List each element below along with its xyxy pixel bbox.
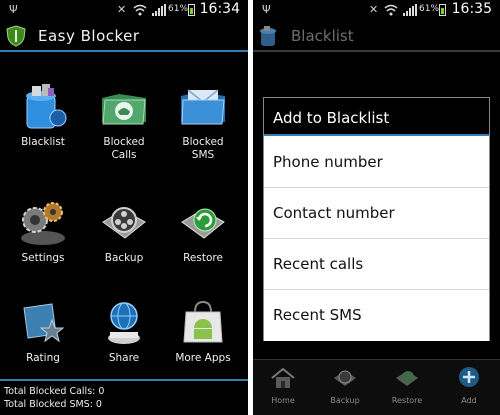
grid-item-blocked-calls[interactable]: Blocked Calls (86, 82, 162, 168)
add-icon (459, 367, 479, 387)
app-title: Easy Blocker (38, 27, 140, 45)
grid-item-restore[interactable]: Restore (165, 198, 241, 284)
home-icon (271, 367, 295, 388)
grid-item-blocked-sms[interactable]: Blocked SMS (165, 82, 241, 168)
grid-item-blacklist[interactable]: Blacklist (5, 82, 81, 168)
grid-item-share[interactable]: Share (86, 298, 162, 384)
grid-item-backup[interactable]: Backup (86, 198, 162, 284)
wifi-icon (384, 4, 398, 16)
restore-icon (181, 208, 225, 239)
total-blocked-sms: Total Blocked SMS: 0 (4, 399, 102, 410)
battery-icon (439, 4, 446, 16)
nav-label: Backup (330, 396, 360, 405)
nav-add[interactable]: Add (439, 366, 499, 412)
nav-label: Home (271, 396, 295, 405)
battery-percent: 61% (419, 4, 440, 14)
easy-blocker-home-screen: Ψ ✕ 61% 16:34 Easy Blocker Blacklist Blo… (0, 0, 248, 415)
grid-item-settings[interactable]: Settings (5, 198, 81, 284)
nav-label: Restore (391, 396, 423, 405)
mute-icon: ✕ (117, 3, 127, 16)
shield-logo-icon (6, 25, 26, 47)
gears-icon (21, 202, 65, 245)
bottom-navigation: Home Backup Restore Add (253, 359, 500, 415)
wifi-icon (133, 4, 147, 16)
grid-item-rating[interactable]: Rating (5, 298, 81, 384)
grid-label: Blocked Calls (103, 136, 145, 161)
battery-icon (188, 4, 195, 16)
grid-label: Settings (21, 252, 65, 264)
nav-home[interactable]: Home (253, 366, 313, 412)
grid-label: Restore (183, 252, 223, 264)
usb-icon: Ψ (9, 3, 18, 16)
shopping-bag-android-icon (183, 300, 223, 343)
menu-item-recent-calls[interactable]: Recent calls (264, 240, 489, 290)
mail-folder-icon (181, 89, 225, 125)
grid-label: Backup (104, 252, 144, 264)
app-title-bar: Easy Blocker (0, 20, 248, 52)
grid-label: Rating (26, 352, 60, 364)
add-to-blacklist-dialog: Add to Blacklist Phone number Contact nu… (263, 97, 490, 341)
signal-icon (403, 4, 417, 16)
menu-item-recent-sms[interactable]: Recent SMS (264, 291, 489, 341)
film-reel-icon (102, 207, 146, 239)
usb-icon: Ψ (262, 3, 271, 16)
clock: 16:34 (199, 1, 240, 17)
battery-percent: 61% (168, 4, 189, 14)
grid-label: Share (108, 352, 140, 364)
screen-title: Blacklist (291, 27, 354, 45)
menu-item-contact-number[interactable]: Contact number (264, 189, 489, 239)
blacklist-screen: Ψ ✕ 61% 16:35 Blacklist Add to Blacklist… (253, 0, 500, 415)
nav-label: Add (461, 396, 477, 405)
grid-label: Blacklist (21, 136, 65, 148)
backup-icon (334, 370, 356, 386)
phone-folder-icon (102, 94, 146, 125)
globe-icon (108, 302, 140, 344)
grid-item-more-apps[interactable]: More Apps (165, 298, 241, 384)
menu-item-phone-number[interactable]: Phone number (264, 138, 489, 188)
restore-icon (396, 371, 418, 386)
star-rating-icon (23, 303, 65, 343)
status-bar: Ψ ✕ 61% 16:34 (0, 0, 248, 20)
signal-icon (152, 4, 166, 16)
blacklist-logo-icon (260, 26, 276, 46)
status-bar: Ψ ✕ 61% 16:35 (253, 0, 500, 20)
dialog-title: Add to Blacklist (264, 98, 489, 136)
mute-icon: ✕ (369, 3, 379, 16)
stats-footer: Total Blocked Calls: 0 Total Blocked SMS… (0, 379, 248, 415)
nav-backup[interactable]: Backup (315, 366, 375, 412)
total-blocked-calls: Total Blocked Calls: 0 (4, 386, 105, 397)
trash-bin-icon (26, 84, 67, 129)
grid-label: More Apps (175, 352, 231, 364)
grid-label: Blocked SMS (182, 136, 224, 161)
screen-title-bar: Blacklist (253, 20, 500, 52)
clock: 16:35 (451, 1, 492, 17)
nav-restore[interactable]: Restore (377, 366, 437, 412)
